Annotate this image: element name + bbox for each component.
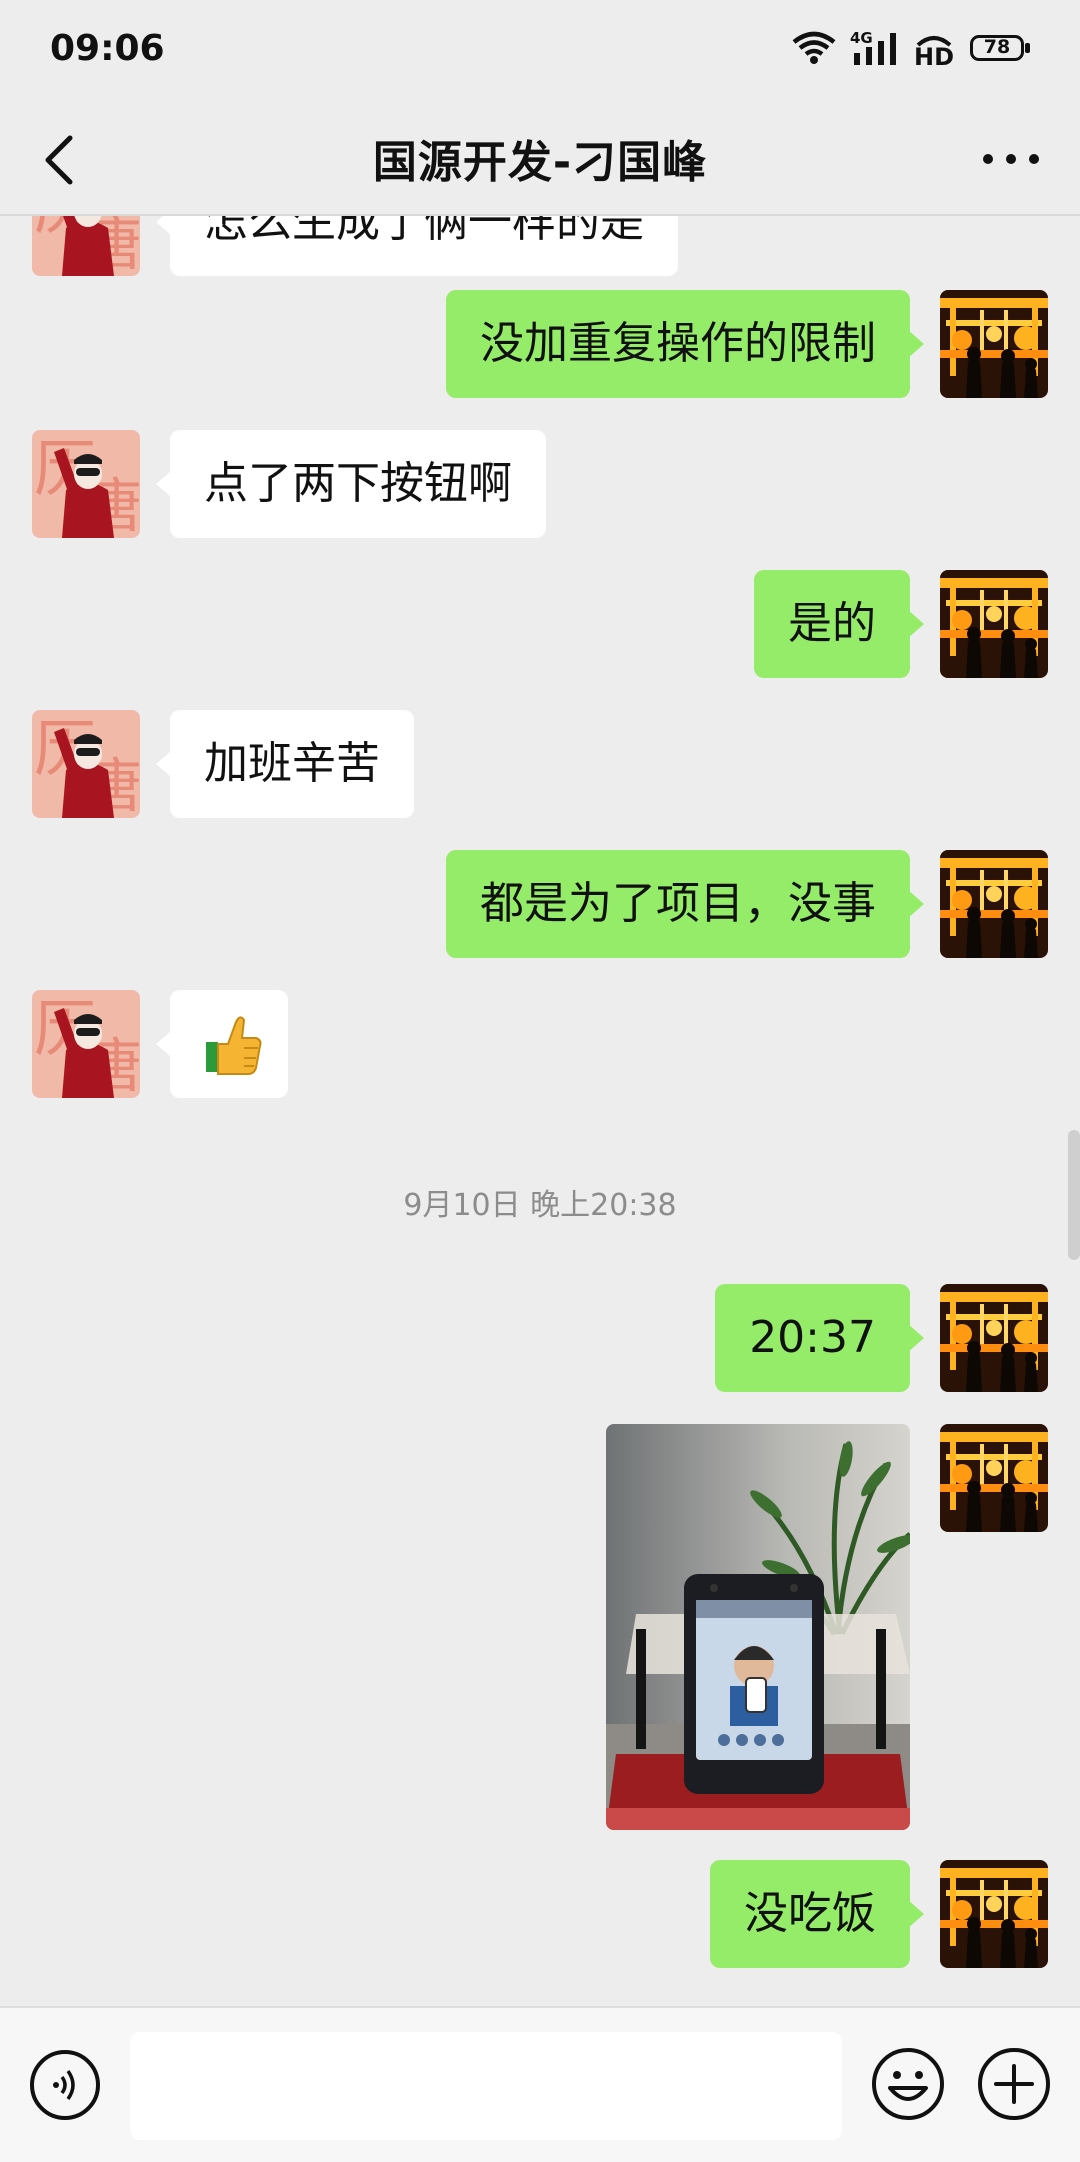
message-bubble-incoming[interactable]: 怎么生成了俩一样的是 [156, 216, 678, 276]
contact-avatar[interactable] [32, 710, 140, 818]
status-time: 09:06 [50, 28, 165, 69]
chat-title: 国源开发-刁国峰 [372, 137, 708, 188]
message-bubble-outgoing[interactable]: 都是为了项目，没事 [446, 850, 924, 958]
message-bubble-incoming[interactable]: 加班辛苦 [156, 710, 414, 818]
plus-icon [978, 2048, 1050, 2120]
contact-avatar[interactable] [32, 430, 140, 538]
my-avatar[interactable] [940, 290, 1048, 398]
emoji-button[interactable] [870, 2046, 946, 2122]
my-avatar[interactable] [940, 1860, 1048, 1968]
message-bubble-incoming-emoji[interactable] [156, 990, 288, 1098]
status-bar: 09:06 4G HD 78 [0, 0, 1080, 108]
message-bubble-incoming[interactable]: 点了两下按钮啊 [156, 430, 546, 538]
more-icon [983, 154, 1039, 164]
voice-button[interactable] [28, 2048, 102, 2122]
hd-icon: HD [914, 31, 956, 71]
status-icons: 4G HD 78 [792, 29, 1032, 71]
contact-avatar[interactable] [32, 990, 140, 1098]
message-bubble-outgoing[interactable]: 20:37 [715, 1284, 924, 1392]
message-bubble-outgoing[interactable]: 没加重复操作的限制 [446, 290, 924, 398]
my-avatar[interactable] [940, 850, 1048, 958]
voice-icon [30, 2050, 100, 2120]
timestamp-divider: 9月10日 晚上20:38 [403, 1188, 677, 1223]
hd-label: HD [914, 43, 955, 71]
contact-avatar[interactable] [32, 216, 140, 276]
signal-icon: 4G [850, 29, 900, 69]
my-avatar[interactable] [940, 1284, 1048, 1392]
wifi-icon [792, 30, 836, 70]
emoji-icon [872, 2048, 944, 2120]
my-avatar[interactable] [940, 1424, 1048, 1532]
message-bubble-outgoing[interactable]: 没吃饭 [710, 1860, 924, 1968]
battery-icon: 78 [970, 35, 1032, 65]
message-bubble-outgoing[interactable]: 是的 [754, 570, 924, 678]
image-message[interactable] [606, 1424, 910, 1830]
photo-face-terminal [606, 1424, 910, 1830]
message-input[interactable] [130, 2032, 842, 2140]
thumbs-up-icon [206, 1016, 262, 1075]
more-functions-button[interactable] [976, 2046, 1052, 2122]
input-bar [0, 2006, 1080, 2162]
chat-header: 国源开发-刁国峰 [0, 108, 1080, 216]
chat-messages[interactable]: 怎么生成了俩一样的是 没加重复操作的限制 点了两下按钮啊 是的 加班辛苦 都是为… [0, 216, 1080, 2006]
my-avatar[interactable] [940, 570, 1048, 678]
scrollbar-thumb[interactable] [1068, 1130, 1080, 1260]
more-button[interactable] [978, 126, 1044, 192]
battery-level: 78 [983, 36, 1011, 58]
